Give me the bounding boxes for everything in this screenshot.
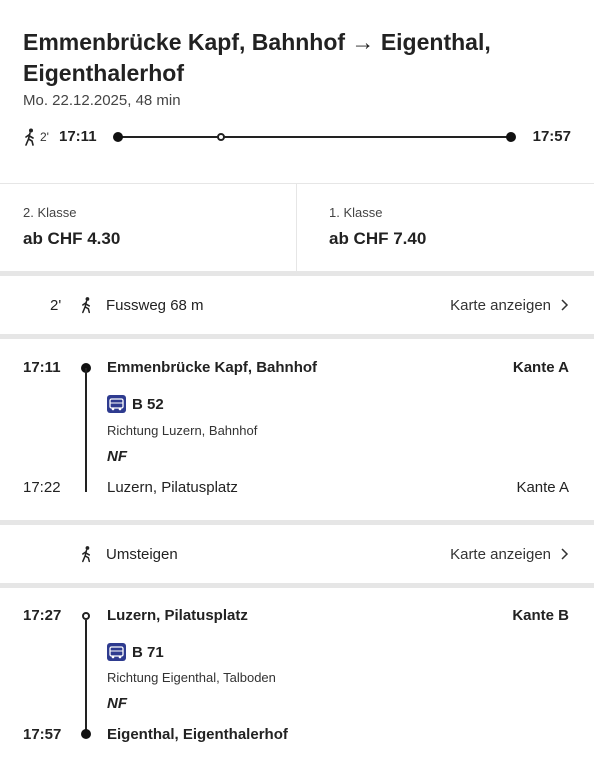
leg-arrival-platform: Kante A [516, 479, 569, 496]
leg-line-name: B 71 [132, 644, 164, 661]
overview-line [119, 136, 511, 138]
overview-arrival-time: 17:57 [532, 128, 571, 145]
leg-end-dot [81, 729, 91, 739]
journey-leg-2[interactable]: 17:27 Luzern, Pilatusplatz Kante B B 71 … [0, 588, 594, 763]
journey-overview-timeline: 2' 17:11 17:57 [23, 125, 571, 149]
leg-departure-stop: Emmenbrücke Kapf, Bahnhof [107, 359, 318, 376]
show-map-link[interactable]: Karte anzeigen [450, 546, 551, 563]
bus-icon [107, 643, 126, 661]
fare-first-class[interactable]: 1. Klasse ab CHF 7.40 [297, 185, 594, 271]
chevron-right-icon[interactable] [558, 298, 570, 312]
show-map-link[interactable]: Karte anzeigen [450, 297, 551, 314]
leg-arrival-time: 17:57 [23, 726, 62, 743]
leg-departure-time: 17:11 [23, 359, 61, 376]
leg-arrival-stop: Eigenthal, Eigenthalerhof [107, 726, 288, 743]
overview-end-dot [506, 132, 516, 142]
walk-segment: 2' Fussweg 68 m Karte anzeigen [0, 276, 594, 338]
fare-second-class[interactable]: 2. Klasse ab CHF 4.30 [0, 185, 296, 271]
leg-arrival-stop: Luzern, Pilatusplatz [107, 479, 238, 496]
walking-person-icon [82, 546, 91, 563]
leg-departure-platform: Kante B [512, 607, 569, 624]
leg-accessibility-note: NF [107, 448, 127, 465]
leg-accessibility-note: NF [107, 695, 127, 712]
fare-class-label: 1. Klasse [329, 205, 383, 220]
leg-departure-stop: Luzern, Pilatusplatz [107, 607, 248, 624]
leg-direction: Richtung Eigenthal, Talboden [107, 670, 276, 685]
leg-departure-time: 17:27 [23, 607, 62, 624]
leg-direction: Richtung Luzern, Bahnhof [107, 423, 258, 438]
fare-price: ab CHF 7.40 [329, 229, 427, 248]
leg-line-name: B 52 [132, 396, 164, 413]
chevron-right-icon[interactable] [558, 547, 570, 561]
leg-line [85, 368, 87, 492]
leg-arrival-time: 17:22 [23, 479, 61, 496]
walking-person-icon [82, 297, 91, 314]
overview-start-dot [113, 132, 123, 142]
overview-departure-time: 17:11 [59, 128, 97, 145]
leg-line [85, 620, 87, 734]
transfer-segment: Umsteigen Karte anzeigen [0, 525, 594, 587]
journey-leg-1[interactable]: 17:11 Emmenbrücke Kapf, Bahnhof Kante A … [0, 339, 594, 520]
walk-duration: 2' [50, 297, 62, 314]
leg-start-dot [82, 612, 90, 620]
divider [0, 183, 594, 184]
walk-distance-label: Fussweg 68 m [106, 297, 204, 314]
journey-date-duration: Mo. 22.12.2025, 48 min [23, 92, 181, 109]
fare-price: ab CHF 4.30 [23, 229, 121, 248]
fare-class-label: 2. Klasse [23, 205, 77, 220]
overview-transfer-dot [217, 133, 225, 141]
bus-icon [107, 395, 126, 413]
overview-walk-minutes: 2' [40, 130, 49, 144]
walking-person-icon [25, 128, 34, 146]
journey-title: Emmenbrücke Kapf, Bahnhof → Eigenthal, E… [23, 29, 491, 86]
transfer-label: Umsteigen [106, 546, 178, 563]
leg-departure-platform: Kante A [512, 359, 569, 376]
